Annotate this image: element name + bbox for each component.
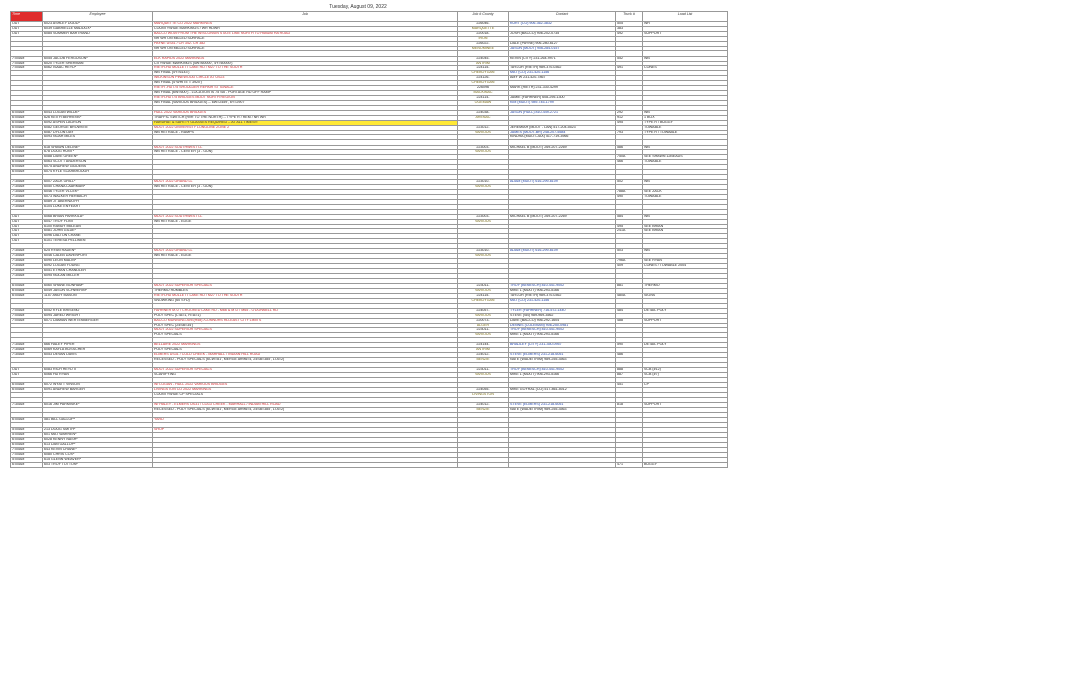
schedule-rows: OUT 6023 ASHLEY DODD* MARQUETTE CO 2022 MA… (10, 21, 728, 468)
header-truck: Truck # (615, 11, 643, 22)
header-job-number: Job # County (457, 11, 509, 22)
row-truck: 471 (615, 461, 643, 468)
row-job-number (457, 461, 509, 468)
table-row: 6:00AM 603 TROY TOTTON* 471 BUGGY (10, 461, 728, 468)
row-time: 6:00AM (10, 461, 43, 468)
header-contact: Contact (508, 11, 616, 22)
row-load-list: BUGGY (642, 461, 728, 468)
header-time: Time (10, 11, 43, 22)
row-job (152, 461, 458, 468)
header-row: Time Employee Job Job # County Contact T… (10, 11, 728, 22)
row-employee: 603 TROY TOTTON* (42, 461, 153, 468)
header-employee: Employee (42, 11, 153, 22)
page-title: Tuesday, August 09, 2022 (329, 4, 387, 10)
row-contact (508, 461, 616, 468)
header-load-list: Load List (642, 11, 728, 22)
header-job: Job (152, 11, 458, 22)
schedule-sheet: Tuesday, August 09, 2022 Time Employee J… (10, 4, 728, 468)
schedule-table: Time Employee Job Job # County Contact T… (10, 11, 728, 468)
